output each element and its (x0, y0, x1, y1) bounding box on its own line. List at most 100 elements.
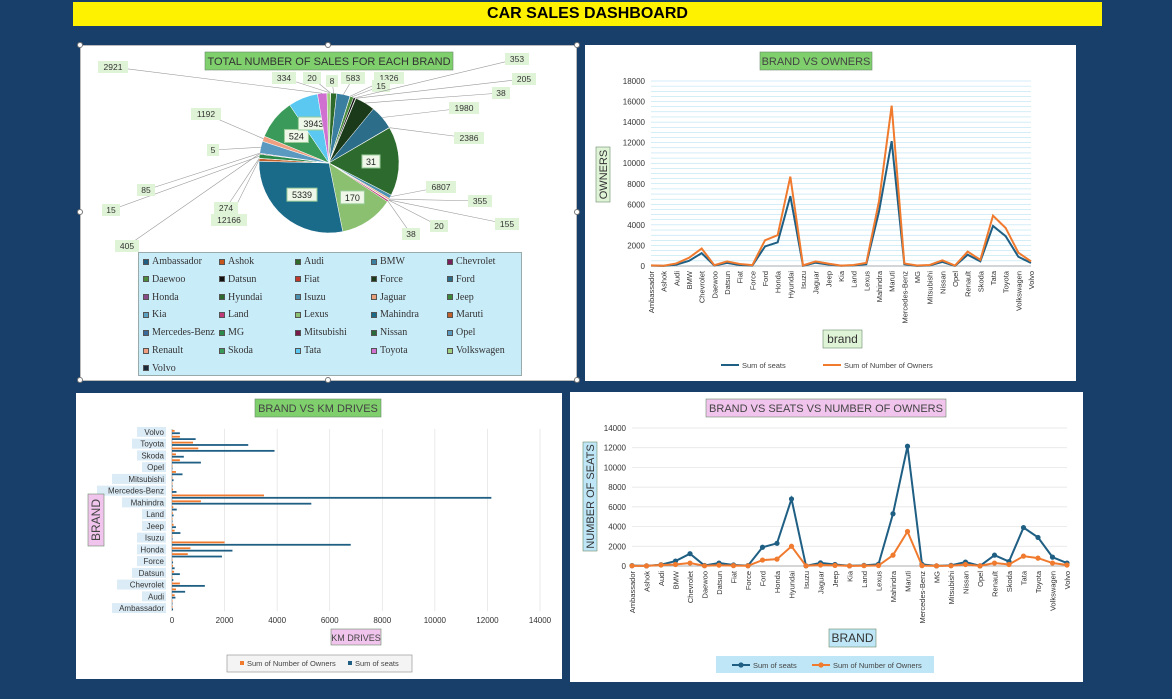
pie-data-label: 405 (120, 241, 134, 251)
legend-label: Chevrolet (456, 256, 496, 267)
y-tick-label: 10000 (604, 463, 627, 472)
chart-title: BRAND VS KM DRIVES (258, 403, 378, 415)
x-tick-label: Mercedes-Benz (918, 571, 927, 624)
resize-handle[interactable] (77, 377, 83, 383)
legend-label: Daewoo (152, 273, 186, 285)
data-point (1049, 560, 1056, 566)
legend-swatch (143, 258, 149, 265)
legend-swatch (447, 258, 453, 265)
pie-data-label: 8 (330, 76, 335, 86)
legend-swatch (295, 347, 301, 354)
x-tick-label: Tata (1020, 570, 1029, 585)
brand-seats-owners-panel[interactable]: BRAND VS SEATS VS NUMBER OF OWNERS 0 2000 4… (570, 392, 1083, 682)
pie-leader-line (126, 153, 260, 247)
x-tick-label: Volvo (1063, 571, 1072, 589)
y-tick-label: 6000 (608, 503, 626, 512)
x-tick-label: Datsun (715, 571, 724, 595)
x-tick-label: Jaguar (812, 271, 821, 294)
pie-leader-line (389, 198, 481, 202)
legend-swatch (219, 276, 225, 283)
resize-handle[interactable] (574, 209, 580, 215)
y-tick-label: Datsun (139, 569, 164, 578)
y-tick-label: 4000 (627, 221, 645, 230)
data-point (948, 563, 954, 569)
bar-seats (172, 479, 174, 482)
x-axis-label: brand (827, 332, 858, 346)
legend-label: Hyundai (228, 291, 263, 303)
bar-owners (172, 435, 180, 438)
pie-data-label: 6807 (432, 182, 451, 192)
x-tick-label: Skoda (1005, 570, 1014, 592)
x-tick-label: Audi (657, 571, 666, 586)
legend-swatch (447, 276, 453, 283)
x-tick-label: Hyundai (786, 271, 795, 299)
y-tick-label: Mitsubishi (128, 475, 164, 484)
legend-item: Ashok (219, 256, 254, 267)
resize-handle[interactable] (325, 42, 331, 48)
y-tick-label: 14000 (604, 424, 627, 433)
bar-owners (172, 506, 174, 509)
x-tick-label: Maruti (904, 571, 913, 592)
x-tick-label: MG (933, 571, 942, 583)
x-tick-label: 12000 (476, 616, 499, 625)
resize-handle[interactable] (574, 42, 580, 48)
x-tick-label: Tata (989, 270, 998, 285)
data-point (687, 560, 693, 566)
resize-handle[interactable] (325, 377, 331, 383)
legend-label: Sum of Number of Owners (247, 659, 336, 668)
bar-owners (172, 488, 174, 491)
legend-label: Ashok (228, 256, 255, 267)
bar-seats (172, 473, 183, 476)
legend-item: Land (219, 309, 249, 320)
brand-vs-owners-panel[interactable]: BRAND VS OWNERS 0 2000 4000 6000 8000 10000 120… (585, 45, 1076, 381)
pie-title: TOTAL NUMBER OF SALES FOR EACH BRAND (207, 56, 450, 68)
bar-seats (172, 567, 175, 570)
x-tick-label: Ambassador (647, 271, 656, 314)
data-point (745, 563, 751, 569)
pie-data-label: 155 (500, 219, 514, 229)
bar-seats (172, 608, 174, 611)
x-tick-label: Isuzu (799, 271, 808, 289)
bar-owners (172, 529, 175, 532)
pie-data-label: 334 (277, 73, 291, 83)
legend-item: Force (371, 274, 403, 285)
pie-leader-line (212, 146, 261, 151)
resize-handle[interactable] (77, 42, 83, 48)
data-point (1064, 562, 1070, 568)
x-tick-label: Chevrolet (698, 270, 707, 303)
pie-chart-panel[interactable]: TOTAL NUMBER OF SALES FOR EACH BRAND 334 2… (80, 45, 577, 381)
pie-data-label: 1980 (455, 103, 474, 113)
x-tick-label: Toyota (1034, 570, 1043, 593)
data-point (687, 551, 693, 557)
x-tick-label: Daewoo (701, 571, 710, 599)
dashboard-title: CAR SALES DASHBOARD (73, 2, 1102, 26)
y-tick-label: Mahindra (131, 498, 165, 507)
data-point (817, 562, 824, 568)
y-tick-label: 10000 (623, 159, 646, 168)
legend-item: Hyundai (219, 292, 262, 303)
legend-item: Volvo (143, 363, 176, 374)
bar-owners (172, 576, 173, 579)
legend-item: MG (219, 327, 244, 338)
x-tick-label: Fiat (730, 570, 739, 583)
data-point (716, 562, 722, 568)
legend-label: Isuzu (304, 291, 326, 303)
bar-owners (172, 459, 180, 462)
legend-item: Audi (295, 256, 324, 267)
y-tick-label: 2000 (627, 241, 645, 250)
pie-leader-line (145, 152, 260, 191)
legend-swatch (447, 347, 453, 354)
pie-data-label: 205 (517, 74, 531, 84)
bar-seats (172, 496, 492, 499)
brand-vs-km-panel[interactable]: BRAND VS KM DRIVES 0 2000 4000 6000 8000 10000… (76, 393, 562, 679)
legend-label: Tata (304, 345, 322, 356)
legend-label: Volkswagen (456, 345, 505, 356)
legend-label: Datsun (228, 273, 257, 285)
y-axis-label: NUMBER OF SEATS (585, 444, 597, 548)
resize-handle[interactable] (574, 377, 580, 383)
x-tick-label: 14000 (529, 616, 552, 625)
pie-data-label: 524 (289, 131, 304, 141)
y-tick-label: Jeep (147, 522, 165, 531)
resize-handle[interactable] (77, 209, 83, 215)
bar-owners (172, 564, 174, 567)
